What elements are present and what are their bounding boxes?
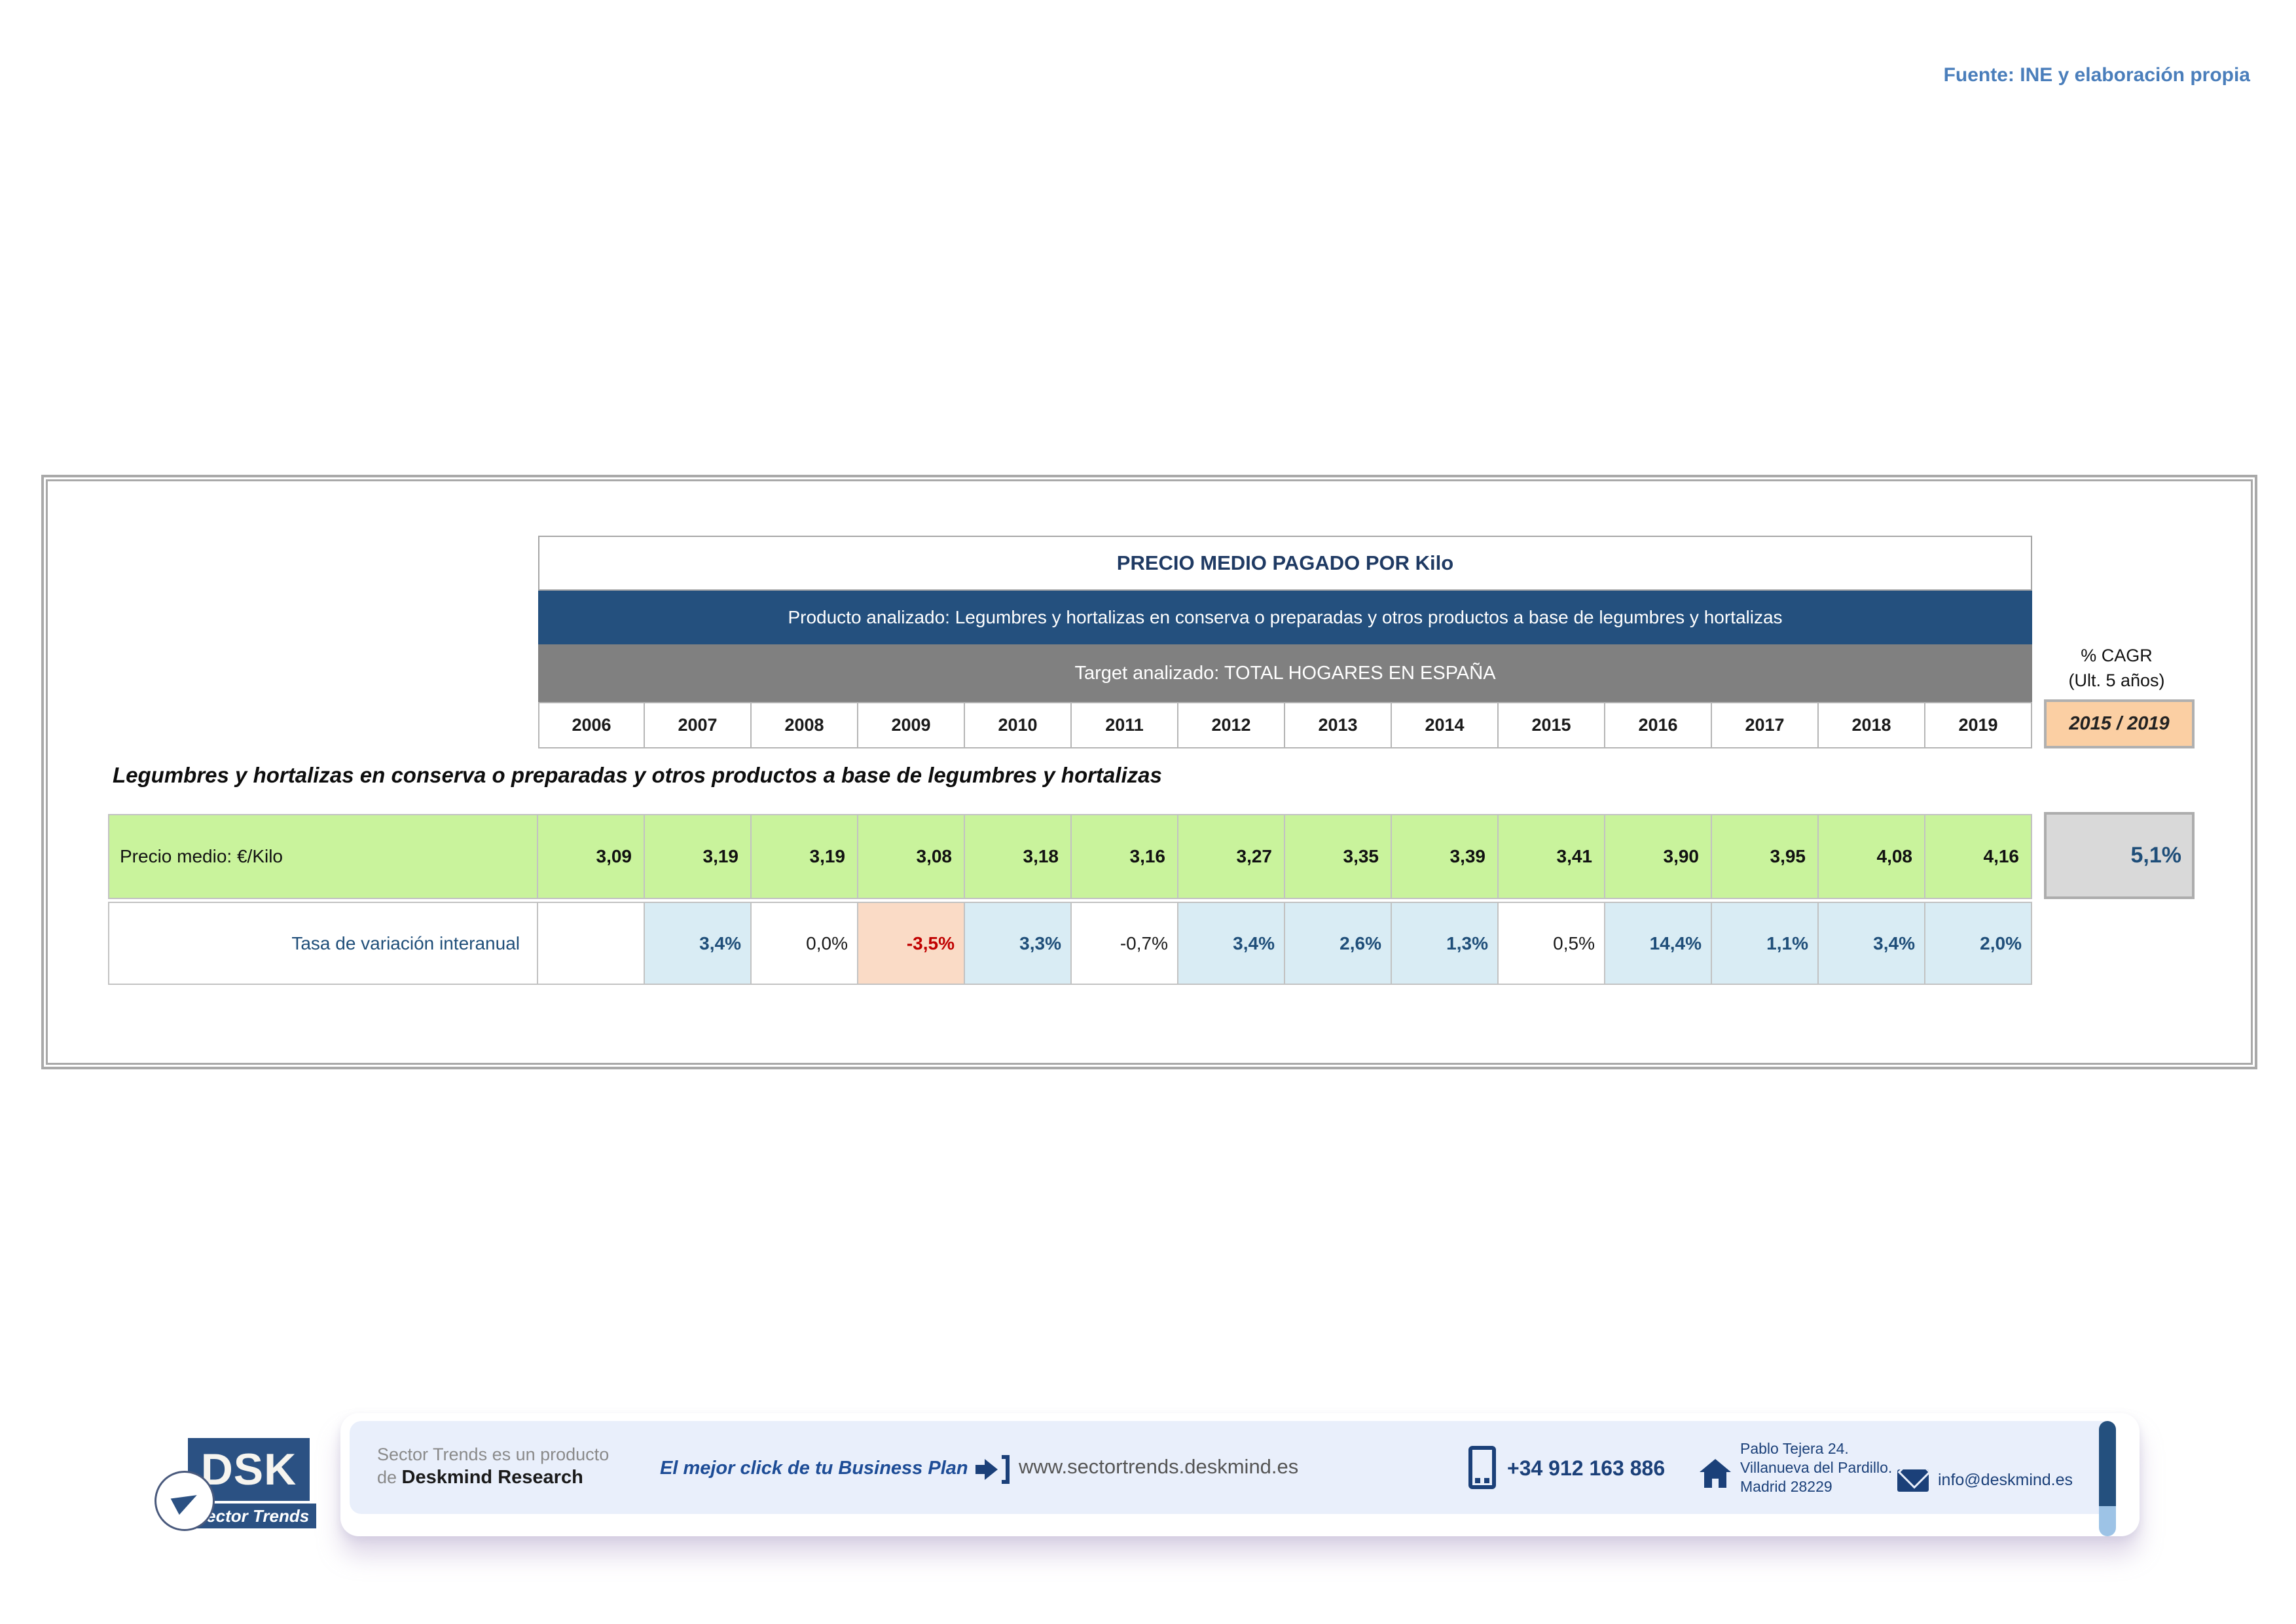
variation-cell (538, 902, 645, 985)
variation-cell: -3,5% (858, 902, 965, 985)
address-line1: Pablo Tejera 24. (1740, 1439, 1892, 1458)
source-note: Fuente: INE y elaboración propia (1944, 64, 2250, 86)
address-line2: Villanueva del Pardillo. (1740, 1458, 1892, 1477)
year-header: 2019 (1925, 702, 2032, 748)
price-cell: 3,19 (645, 814, 752, 899)
variation-cell: 3,4% (1819, 902, 1925, 985)
envelope-icon (1897, 1469, 1929, 1492)
footer-brand: Deskmind Research (402, 1467, 583, 1488)
variation-cell: 1,3% (1392, 902, 1499, 985)
variation-row: Tasa de variación interanual 3,4% 0,0% -… (108, 902, 2032, 985)
price-cell: 3,27 (1178, 814, 1285, 899)
cagr-period-cell: 2015 / 2019 (2044, 699, 2195, 748)
footer-slogan: El mejor click de tu Business Plan (660, 1458, 968, 1479)
price-row-label: Precio medio: €/Kilo (108, 814, 538, 899)
year-header: 2009 (858, 702, 965, 748)
section-title: Legumbres y hortalizas en conserva o pre… (113, 763, 1162, 788)
price-cell: 4,08 (1819, 814, 1925, 899)
variation-cell: 3,4% (645, 902, 752, 985)
price-cell: 3,08 (858, 814, 965, 899)
product-analyzed-row: Producto analizado: Legumbres y hortaliz… (538, 591, 2032, 644)
price-row: Precio medio: €/Kilo 3,09 3,19 3,19 3,08… (108, 814, 2032, 899)
paper-plane-icon (155, 1471, 215, 1531)
year-header: 2017 (1712, 702, 1819, 748)
variation-cell: 0,0% (752, 902, 858, 985)
website-link[interactable]: www.sectortrends.deskmind.es (1019, 1455, 1298, 1479)
price-cell: 3,90 (1605, 814, 1712, 899)
year-header: 2013 (1285, 702, 1392, 748)
year-header: 2011 (1072, 702, 1178, 748)
cagr-header: % CAGR (Ult. 5 años) (2033, 643, 2200, 693)
variation-cell: 2,0% (1925, 902, 2032, 985)
year-header: 2016 (1605, 702, 1712, 748)
price-cell: 3,39 (1392, 814, 1499, 899)
variation-cell: 0,5% (1499, 902, 1605, 985)
cagr-header-line1: % CAGR (2033, 643, 2200, 668)
variation-cell: 1,1% (1712, 902, 1819, 985)
year-header: 2014 (1392, 702, 1499, 748)
year-header: 2006 (538, 702, 645, 748)
price-cell: 3,41 (1499, 814, 1605, 899)
year-header: 2010 (965, 702, 1072, 748)
variation-cell: 3,4% (1178, 902, 1285, 985)
dsk-logo-text: DSK (201, 1444, 297, 1495)
email-link[interactable]: info@deskmind.es (1938, 1471, 2073, 1490)
cagr-header-line2: (Ult. 5 años) (2033, 668, 2200, 693)
year-header: 2008 (752, 702, 858, 748)
price-cell: 4,16 (1925, 814, 2032, 899)
year-header: 2012 (1178, 702, 1285, 748)
paper-plane-glyph (171, 1487, 202, 1515)
link-arrow-icon (975, 1455, 1012, 1484)
variation-cell: -0,7% (1072, 902, 1178, 985)
year-header: 2018 (1819, 702, 1925, 748)
price-cell: 3,95 (1712, 814, 1819, 899)
price-cell: 3,35 (1285, 814, 1392, 899)
variation-cell: 3,3% (965, 902, 1072, 985)
cagr-value-cell: 5,1% (2044, 812, 2195, 899)
variation-row-label: Tasa de variación interanual (108, 902, 538, 985)
footer-accent-bar (2099, 1421, 2116, 1536)
price-cell: 3,09 (538, 814, 645, 899)
home-icon (1700, 1459, 1731, 1488)
variation-cell: 2,6% (1285, 902, 1392, 985)
year-header: 2015 (1499, 702, 1605, 748)
address-line3: Madrid 28229 (1740, 1477, 1892, 1496)
phone-number: +34 912 163 886 (1507, 1456, 1665, 1481)
footer-tagline-line1: Sector Trends es un producto (377, 1443, 609, 1466)
table-title: PRECIO MEDIO PAGADO POR Kilo (538, 536, 2032, 591)
footer-tagline: Sector Trends es un producto de Deskmind… (377, 1443, 609, 1489)
price-cell: 3,16 (1072, 814, 1178, 899)
years-header-row: 2006 2007 2008 2009 2010 2011 2012 2013 … (538, 702, 2032, 748)
price-cell: 3,18 (965, 814, 1072, 899)
address: Pablo Tejera 24. Villanueva del Pardillo… (1740, 1439, 1892, 1496)
footer-tagline-prefix: de (377, 1467, 402, 1487)
phone-icon (1468, 1446, 1496, 1489)
target-analyzed-row: Target analizado: TOTAL HOGARES EN ESPAÑ… (538, 644, 2032, 702)
price-cell: 3,19 (752, 814, 858, 899)
variation-cell: 14,4% (1605, 902, 1712, 985)
year-header: 2007 (645, 702, 752, 748)
